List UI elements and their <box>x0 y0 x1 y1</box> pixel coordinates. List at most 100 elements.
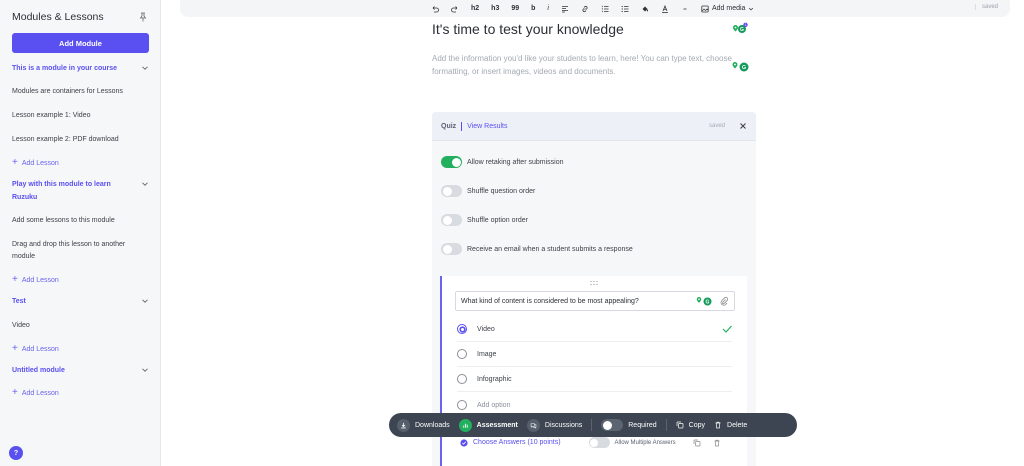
answer-option[interactable]: Image <box>457 349 732 359</box>
add-lesson-button[interactable]: + Add Lesson <box>12 388 149 398</box>
required-toggle[interactable] <box>601 419 624 431</box>
lesson-item[interactable]: Modules are containers for Lessons <box>12 86 149 98</box>
quiz-save-status: saved <box>708 123 725 129</box>
answer-option[interactable]: Infographic <box>457 374 732 384</box>
question-text: What kind of content is considered to be… <box>461 297 639 305</box>
svg-text:G: G <box>740 27 744 33</box>
copy-icon[interactable] <box>693 439 701 447</box>
drag-handle-icon[interactable] <box>588 280 600 286</box>
question-input[interactable]: What kind of content is considered to be… <box>455 291 735 311</box>
email-notification-toggle[interactable] <box>441 243 462 255</box>
bold-button[interactable]: b <box>531 3 535 14</box>
add-lesson-button[interactable]: + Add Lesson <box>12 158 149 168</box>
divider <box>457 366 732 367</box>
quote-button[interactable]: 99 <box>511 3 519 14</box>
ai-assistant-icon[interactable]: G <box>695 296 715 307</box>
lesson-item[interactable]: Drag and drop this lesson to another mod… <box>12 239 149 263</box>
ai-badge-count: 1 <box>745 23 747 27</box>
answer-label: Video <box>477 325 495 333</box>
module-item[interactable]: Untitled module <box>12 364 149 377</box>
block-action-bar: Downloads Assessment Discussions Require… <box>389 413 797 437</box>
highlight-button[interactable] <box>641 3 649 14</box>
toggle-label: Shuffle option order <box>467 216 528 224</box>
toggle-label: Allow retaking after submission <box>467 158 564 166</box>
add-lesson-button[interactable]: + Add Lesson <box>12 344 149 354</box>
answer-label: Infographic <box>477 375 512 383</box>
sidebar-title: Modules & Lessons <box>12 11 104 23</box>
module-item[interactable]: This is a module in your course <box>12 62 149 75</box>
answer-label: Image <box>477 350 497 358</box>
chevron-down-icon[interactable] <box>141 64 149 72</box>
heading2-button[interactable]: h2 <box>471 3 479 14</box>
module-title: Play with this module to learn Ruzuku <box>12 181 111 201</box>
help-button[interactable]: ? <box>9 446 23 460</box>
lesson-title: Add some lessons to this module <box>12 217 115 224</box>
ai-assistant-icon[interactable]: G <box>730 61 752 73</box>
link-icon <box>582 5 588 12</box>
close-icon[interactable] <box>739 122 747 130</box>
correct-answer-check-icon[interactable] <box>722 325 732 333</box>
trash-icon <box>715 421 721 429</box>
redo-button[interactable] <box>451 3 459 14</box>
page-title[interactable]: It's time to test your knowledge <box>432 21 624 37</box>
lesson-title: Modules are containers for Lessons <box>12 88 123 95</box>
add-module-button[interactable]: Add Module <box>12 33 149 53</box>
lesson-title: Video <box>12 322 30 329</box>
undo-button[interactable] <box>431 3 439 14</box>
attachment-icon[interactable] <box>720 297 728 306</box>
answer-option[interactable]: Video <box>457 324 732 334</box>
pin-icon[interactable] <box>139 12 147 22</box>
answer-radio[interactable] <box>457 349 467 359</box>
lesson-item[interactable]: Lesson example 1: Video <box>12 110 149 122</box>
chevron-down-icon[interactable] <box>141 366 149 374</box>
add-lesson-button[interactable]: + Add Lesson <box>12 274 149 285</box>
view-results-link[interactable]: View Results <box>467 123 507 130</box>
chevron-down-icon[interactable] <box>141 297 149 305</box>
heading3-button[interactable]: h3 <box>491 3 499 14</box>
align-button[interactable] <box>561 3 569 14</box>
italic-button[interactable]: i <box>547 3 549 14</box>
lesson-item[interactable]: Video <box>12 320 149 332</box>
copy-button[interactable]: Copy <box>676 413 705 437</box>
lesson-item[interactable]: Lesson example 2: PDF download <box>12 134 149 146</box>
text-color-icon <box>661 4 668 13</box>
chevron-down-icon[interactable] <box>141 180 149 188</box>
chat-icon <box>526 418 540 432</box>
module-item[interactable]: Test <box>12 295 149 308</box>
ai-assistant-icon[interactable]: G 1 <box>731 22 749 36</box>
module-item[interactable]: Play with this module to learn Ruzuku <box>12 178 149 204</box>
shuffle-options-toggle[interactable] <box>441 214 462 226</box>
intro-paragraph[interactable]: Add the information you'd like your stud… <box>432 52 732 78</box>
divider <box>457 341 732 342</box>
lesson-item[interactable]: Add some lessons to this module <box>12 215 149 227</box>
align-left-icon <box>561 5 568 12</box>
quiz-label: Quiz <box>441 122 457 130</box>
svg-text:G: G <box>706 299 710 305</box>
plus-icon: + <box>12 274 18 285</box>
ordered-list-button[interactable] <box>601 3 609 14</box>
discussions-button[interactable]: Discussions <box>526 413 582 437</box>
choose-answers-link[interactable]: Choose Answers (10 points) <box>473 439 561 446</box>
assessment-button[interactable]: Assessment <box>458 413 518 437</box>
save-status: saved <box>974 4 998 10</box>
add-option-label[interactable]: Add option <box>477 402 510 409</box>
delete-button[interactable]: Delete <box>714 413 747 437</box>
add-option-row[interactable]: Add option <box>457 400 732 410</box>
answer-radio[interactable] <box>457 374 467 384</box>
editor-toolbar: h2 h3 99 b i Add media saved <box>180 0 1010 17</box>
add-media-button[interactable]: Add media <box>701 5 754 13</box>
text-color-button[interactable] <box>661 3 669 14</box>
shuffle-questions-toggle[interactable] <box>441 185 462 197</box>
bullet-list-button[interactable] <box>621 3 629 14</box>
allow-multiple-toggle[interactable] <box>588 437 610 448</box>
downloads-button[interactable]: Downloads <box>397 413 450 437</box>
answer-radio-selected[interactable] <box>457 324 467 334</box>
divider-button[interactable] <box>681 3 689 14</box>
redo-icon <box>451 5 458 12</box>
copy-icon <box>676 421 684 429</box>
required-toggle-row[interactable]: Required <box>601 413 657 437</box>
allow-retake-toggle[interactable] <box>441 156 462 168</box>
trash-icon[interactable] <box>713 439 721 447</box>
link-button[interactable] <box>581 3 589 14</box>
email-notification-toggle-row: Receive an email when a student submits … <box>441 243 633 255</box>
